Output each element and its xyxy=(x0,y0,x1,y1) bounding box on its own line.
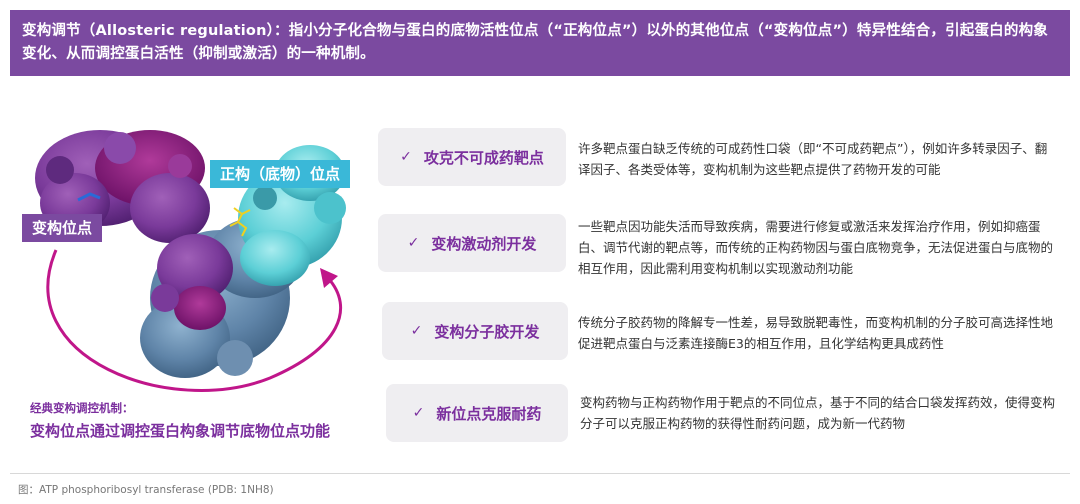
card-title: 新位点克服耐药 xyxy=(436,404,542,423)
check-icon: ✓ xyxy=(407,235,420,251)
card-overcome-resistance: ✓ 新位点克服耐药 xyxy=(386,384,568,442)
check-icon: ✓ xyxy=(412,405,425,421)
card-description: 许多靶点蛋白缺乏传统的可成药性口袋（即“不可成药靶点”），例如许多转录因子、翻译… xyxy=(578,141,1048,177)
mechanism-caption-title: 经典变构调控机制： xyxy=(30,401,134,415)
definition-banner: 变构调节（Allosteric regulation）：指小分子化合物与蛋白的底… xyxy=(10,10,1070,76)
allosteric-site-label: 变构位点 xyxy=(22,214,103,242)
card-description: 一些靶点因功能失活而导致疾病，需要进行修复或激活来发挥治疗作用，例如抑癌蛋白、调… xyxy=(578,219,1054,276)
card-description: 变构药物与正构药物作用于靶点的不同位点，基于不同的结合口袋发挥药效，使得变构分子… xyxy=(580,395,1056,431)
card-description: 传统分子胶药物的降解专一性差，易导致脱靶毒性，而变构机制的分子胶可高选择性地促进… xyxy=(578,315,1054,351)
figure-footnote: 图：ATP phosphoribosyl transferase (PDB: 1… xyxy=(18,484,274,496)
protein-structure-illustration xyxy=(35,130,346,392)
card-title: 变构激动剂开发 xyxy=(431,234,537,253)
definition-text: 变构调节（Allosteric regulation）：指小分子化合物与蛋白的底… xyxy=(22,23,1048,62)
card-allosteric-molecular-glue: ✓ 变构分子胶开发 xyxy=(382,302,568,360)
check-icon: ✓ xyxy=(400,149,412,165)
arrow-head-icon xyxy=(320,268,338,288)
card-undruggable-targets: ✓ 攻克不可成药靶点 xyxy=(378,128,566,186)
card-allosteric-agonist: ✓ 变构激动剂开发 xyxy=(378,214,566,272)
card-title: 变构分子胶开发 xyxy=(434,322,540,341)
footer-divider xyxy=(10,473,1070,474)
card-title: 攻克不可成药靶点 xyxy=(423,148,544,167)
check-icon: ✓ xyxy=(410,323,423,339)
mechanism-caption: 变构位点通过调控蛋白构象调节底物位点功能 xyxy=(30,422,331,440)
orthosteric-site-label: 正构（底物）位点 xyxy=(210,160,351,188)
